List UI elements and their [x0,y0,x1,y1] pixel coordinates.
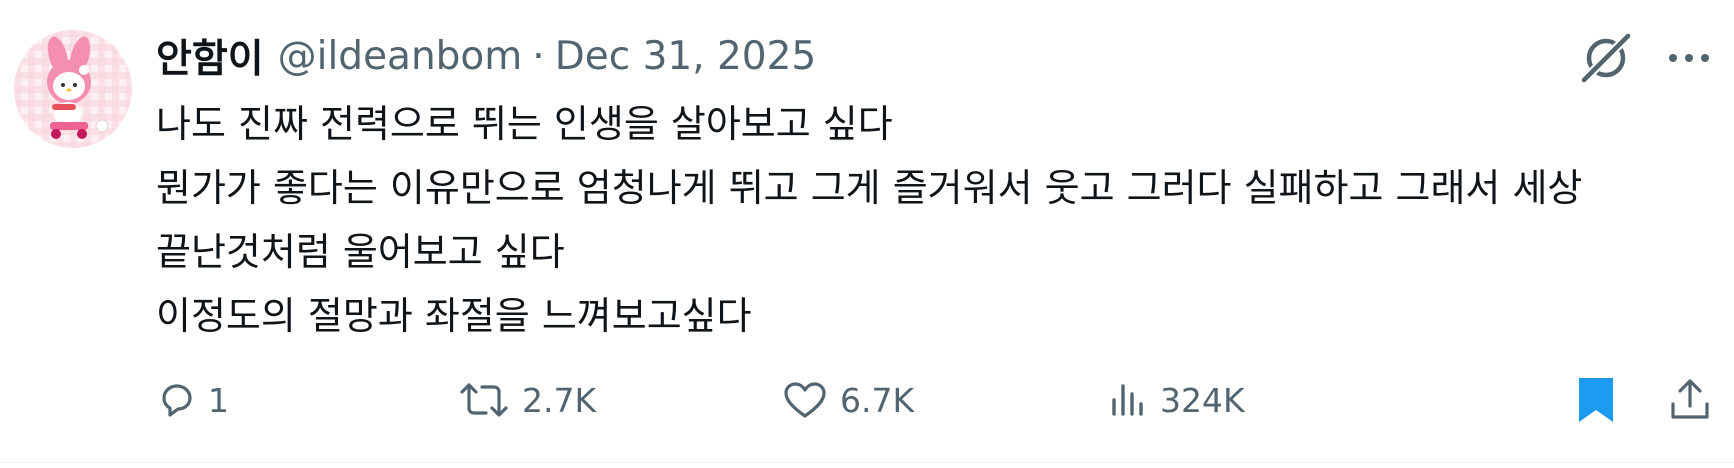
grok-icon[interactable] [1578,30,1634,86]
views-count: 324K [1160,380,1245,420]
separator-dot: · [532,33,545,79]
avatar-image [14,30,132,148]
tweet-text-line: 뭔가가 좋다는 이유만으로 엄청나게 뛰고 그게 즐거워서 웃고 그러다 실패하… [156,166,1583,210]
tweet-text: 나도 진짜 전력으로 뛰는 인생을 살아보고 싶다 뭔가가 좋다는 이유만으로 … [156,92,1716,348]
share-icon [1671,379,1709,419]
reply-count: 1 [208,380,229,420]
heart-icon [784,382,826,418]
retweet-icon [460,383,508,417]
retweet-button[interactable]: 2.7K [458,372,596,428]
action-bar: 1 2.7K 6.7K 324K [156,372,1716,428]
bookmark-icon [1579,378,1613,422]
reply-icon [162,384,192,417]
tweet-text-line: 끝난것처럼 울어보고 싶다 [156,230,565,274]
tweet-text-line: 이정도의 절망과 좌절을 느껴보고싶다 [156,294,752,338]
divider [0,462,1734,463]
tweet-date[interactable]: Dec 31, 2025 [555,34,817,79]
like-button[interactable]: 6.7K [782,372,914,428]
tweet: 안함이 @ildeanbom · Dec 31, 2025 나도 진짜 전력으로… [0,0,1734,468]
views-icon [1112,384,1143,416]
bookmark-button[interactable] [1576,372,1616,428]
tweet-text-line: 나도 진짜 전력으로 뛰는 인생을 살아보고 싶다 [156,102,893,146]
views-button[interactable]: 324K [1108,372,1245,428]
more-options-icon[interactable] [1664,48,1714,68]
user-handle[interactable]: @ildeanbom [278,34,523,79]
display-name[interactable]: 안함이 [156,28,264,84]
tweet-header: 안함이 @ildeanbom · Dec 31, 2025 [156,26,816,86]
like-count: 6.7K [840,380,915,420]
avatar[interactable] [14,30,132,148]
share-button[interactable] [1668,372,1712,428]
reply-button[interactable]: 1 [156,372,229,428]
retweet-count: 2.7K [522,380,597,420]
